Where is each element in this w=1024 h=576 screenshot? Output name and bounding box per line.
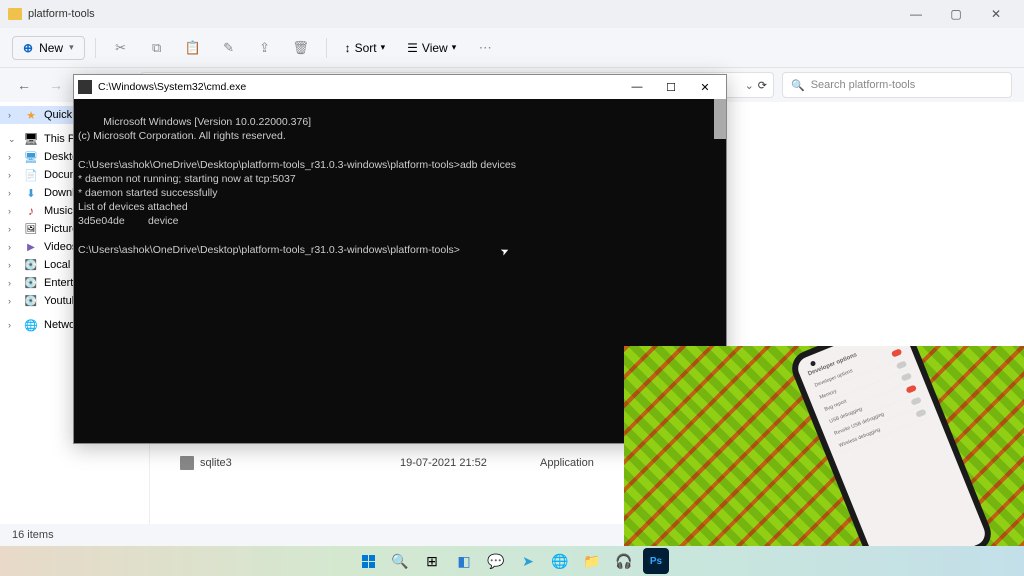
new-label: New	[39, 41, 63, 55]
refresh-icon[interactable]: ⟳	[758, 79, 767, 92]
cmd-minimize-button[interactable]: —	[620, 77, 654, 97]
phone-device: Developer options Developer optionsMemor…	[787, 346, 997, 546]
mouse-cursor-icon	[501, 245, 511, 259]
new-button[interactable]: ⊕ New ▾	[12, 36, 85, 60]
telegram-icon[interactable]: ➤	[515, 548, 541, 574]
folder-icon	[8, 8, 22, 20]
chevron-icon: ›	[8, 278, 18, 288]
paste-icon[interactable]: 📋	[178, 34, 208, 62]
net-icon	[24, 318, 38, 332]
toggle-icon	[896, 360, 908, 369]
camera-hole-icon	[810, 360, 817, 367]
rename-icon[interactable]: ✎	[214, 34, 244, 62]
explorer-maximize-button[interactable]: ▢	[936, 2, 976, 26]
delete-icon[interactable]: 🗑	[286, 34, 316, 62]
cmd-titlebar[interactable]: C:\Windows\System32\cmd.exe — ☐ ✕	[74, 75, 726, 99]
chevron-icon: ›	[8, 260, 18, 270]
disk-icon	[24, 258, 38, 272]
down-icon	[24, 186, 38, 200]
toggle-icon	[901, 372, 913, 381]
chevron-icon: ›	[8, 206, 18, 216]
cmd-text: Microsoft Windows [Version 10.0.22000.37…	[78, 116, 516, 256]
explorer-minimize-button[interactable]: —	[896, 2, 936, 26]
file-name-cell: sqlite3	[180, 456, 400, 470]
explorer-close-button[interactable]: ✕	[976, 2, 1016, 26]
chevron-down-icon: ▾	[381, 42, 386, 53]
cmd-close-button[interactable]: ✕	[688, 77, 722, 97]
pic-icon	[24, 222, 38, 236]
forward-button[interactable]: →	[44, 73, 68, 97]
chevron-icon: ›	[8, 320, 18, 330]
file-icon	[180, 456, 194, 470]
headphones-icon[interactable]: 🎧	[611, 548, 637, 574]
taskbar-search-icon[interactable]: 🔍	[387, 548, 413, 574]
share-icon[interactable]: ⇪	[250, 34, 280, 62]
file-date-cell: 19-07-2021 21:52	[400, 457, 540, 469]
toggle-icon	[891, 348, 903, 357]
chevron-down-icon: ▾	[452, 42, 457, 53]
sort-button[interactable]: ↕ Sort ▾	[337, 37, 394, 59]
music-icon	[24, 204, 38, 218]
star-icon	[24, 108, 38, 122]
widgets-icon[interactable]: ◧	[451, 548, 477, 574]
explorer-toolbar: ⊕ New ▾ ✂ ⧉ 📋 ✎ ⇪ 🗑 ↕ Sort ▾ ☰ View ▾ ⋯	[0, 28, 1024, 68]
cmd-icon	[78, 80, 92, 94]
cmd-title: C:\Windows\System32\cmd.exe	[98, 81, 620, 93]
chrome-icon[interactable]: 🌐	[547, 548, 573, 574]
toggle-icon	[905, 384, 917, 393]
pc-icon	[24, 132, 38, 146]
status-text: 16 items	[12, 529, 54, 541]
chevron-icon: ›	[8, 110, 18, 120]
taskview-icon[interactable]: ⊞	[419, 548, 445, 574]
phone-photo: Developer options Developer optionsMemor…	[624, 346, 1024, 546]
disk-icon	[24, 276, 38, 290]
disk-icon	[24, 294, 38, 308]
separator	[326, 38, 327, 58]
desk-icon	[24, 150, 38, 164]
chevron-icon: ›	[8, 242, 18, 252]
chat-icon[interactable]: 💬	[483, 548, 509, 574]
sidebar-item-label: Music	[44, 205, 73, 217]
back-button[interactable]: ←	[12, 73, 36, 97]
chevron-icon: ⌄	[8, 134, 18, 145]
chevron-icon: ›	[8, 188, 18, 198]
explorer-titlebar: platform-tools — ▢ ✕	[0, 0, 1024, 28]
chevron-icon: ›	[8, 224, 18, 234]
doc-icon	[24, 168, 38, 182]
taskbar: 🔍 ⊞ ◧ 💬 ➤ 🌐 📁 🎧 Ps	[0, 546, 1024, 576]
more-icon[interactable]: ⋯	[470, 34, 500, 62]
cut-icon[interactable]: ✂	[106, 34, 136, 62]
toggle-icon	[915, 409, 927, 418]
view-button[interactable]: ☰ View ▾	[399, 37, 464, 59]
copy-icon[interactable]: ⧉	[142, 34, 172, 62]
search-placeholder: Search platform-tools	[811, 79, 916, 91]
chevron-down-icon[interactable]: ⌄	[745, 79, 754, 92]
photoshop-icon[interactable]: Ps	[643, 548, 669, 574]
view-icon: ☰	[407, 41, 418, 55]
view-label: View	[422, 41, 448, 55]
files-icon[interactable]: 📁	[579, 548, 605, 574]
cmd-maximize-button[interactable]: ☐	[654, 77, 688, 97]
chevron-down-icon: ▾	[69, 42, 74, 53]
separator	[95, 38, 96, 58]
vid-icon	[24, 240, 38, 254]
chevron-icon: ›	[8, 296, 18, 306]
sort-icon: ↕	[345, 41, 351, 55]
search-icon: 🔍	[791, 79, 805, 92]
explorer-title: platform-tools	[28, 8, 896, 20]
phone-screen: Developer options Developer optionsMemor…	[795, 346, 989, 546]
sort-label: Sort	[355, 41, 377, 55]
start-button[interactable]	[355, 548, 381, 574]
cmd-scrollbar[interactable]	[714, 99, 726, 139]
chevron-icon: ›	[8, 152, 18, 162]
plus-icon: ⊕	[23, 41, 33, 55]
chevron-icon: ›	[8, 170, 18, 180]
search-input[interactable]: 🔍 Search platform-tools	[782, 72, 1012, 98]
toggle-icon	[910, 396, 922, 405]
